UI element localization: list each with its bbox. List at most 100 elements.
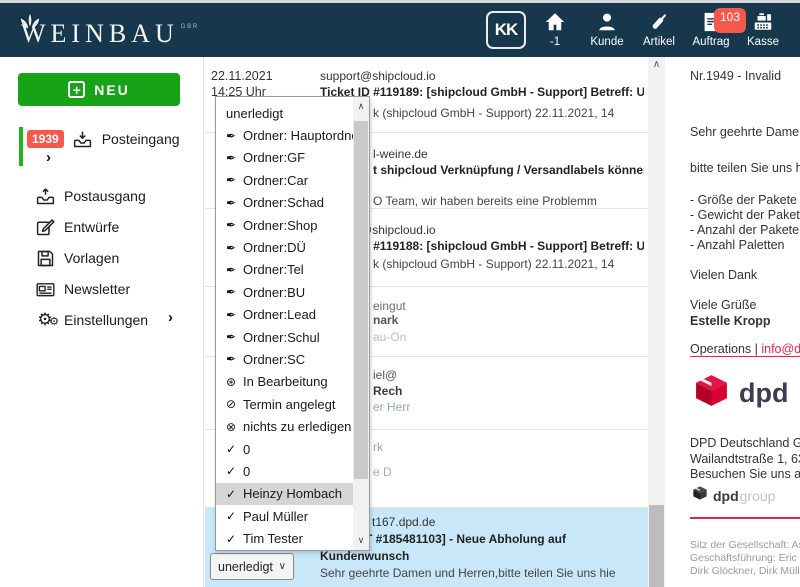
email-from: rk [373,439,644,455]
newsletter-icon [34,278,56,300]
plus-icon: + [68,81,85,98]
nav-item-auftrag[interactable]: Auftrag103 [688,11,734,48]
dropdown-option-label: Ordner:Shop [243,218,317,233]
dropdown-option-label: Ordner:Schad [243,195,324,210]
dpd-logo: dpd [693,372,788,414]
pen-icon: ✒ [226,173,243,187]
sidebar-item-posteingang[interactable]: 1939 Posteingang [27,128,180,150]
sidebar-item-einstellungen[interactable]: ⚙⚙Einstellungen [34,309,148,331]
scroll-up-icon[interactable]: ∧ [648,59,665,70]
dropdown-option[interactable]: ✒Ordner:Schad [216,192,354,214]
dropdown-option-label: Ordner:Schul [243,330,320,345]
email-status-select[interactable]: unerledigt ∨ [210,553,294,580]
sidebar-item-vorlagen[interactable]: Vorlagen [34,247,119,269]
dropdown-option[interactable]: ✓Tim Tester [216,527,354,549]
dropdown-option[interactable]: ✒Ordner: Hauptordner [216,124,354,146]
scrollbar-thumb[interactable] [354,121,368,479]
email-subject: Rech [373,383,644,399]
email-preview: au-On [373,330,644,344]
dropdown-option-label: Ordner: Hauptordner [243,128,363,143]
nav-item-artikel[interactable]: Artikel [636,11,682,48]
email-subject: t shipcloud Verknüpfung / Versandlabels … [373,162,644,178]
dropdown-option[interactable]: ✓0 [216,438,354,460]
legal-footer: Sitz der Gesellschaft: As [690,539,800,551]
dropdown-option-label: Termin angelegt [243,397,336,412]
sidebar-item-entwuerfe[interactable]: Entwürfe [34,216,119,238]
dropdown-option[interactable]: ✒Ordner:Tel [216,259,354,281]
dropdown-option[interactable]: ✒Ordner:Schul [216,326,354,348]
pen-icon: ✒ [226,241,243,255]
pen-icon: ✒ [226,352,243,366]
dropdown-option[interactable]: ⊘Termin angelegt [216,393,354,415]
email-from: support@shipcloud.io [320,68,644,84]
dropdown-option-label: nichts zu erledigen [243,419,351,434]
pen-icon: ✒ [226,151,243,165]
dropdown-option-label: Ordner:BU [243,285,305,300]
sidebar: + NEU 1939 Posteingang › Postausgang Entw… [0,57,204,587]
dropdown-option[interactable]: ✒Ordner:DÜ [216,236,354,258]
company-address: DPD Deutschland Gr [690,436,800,450]
kk-logo-button[interactable]: KK [486,11,526,49]
dropdown-option[interactable]: unerledigt [216,102,354,124]
dropdown-option[interactable]: ✒Ordner:Shop [216,214,354,236]
email-list-scrollbar[interactable]: ∧ [648,57,665,587]
dropdown-option-label: In Bearbeitung [243,374,328,389]
sidebar-item-label: Vorlagen [64,250,119,266]
dropdown-option[interactable]: ✒Ordner:Car [216,169,354,191]
customer-icon [596,11,618,33]
sidebar-item-newsletter[interactable]: Newsletter [34,278,130,300]
scroll-down-icon[interactable]: ∨ [353,535,369,546]
pen-icon: ✒ [226,330,243,344]
dpd-parcel-icon [693,372,730,414]
scrollbar-thumb[interactable] [649,505,664,587]
dpd-wordmark: dpd [739,378,788,409]
new-mail-button[interactable]: + NEU [18,73,180,106]
brand-logo[interactable]: WEINBAU G B R [14,9,197,49]
dropdown-option-label: Ordner:Tel [243,262,304,277]
sidebar-item-label: Entwürfe [64,219,119,235]
nav-item-kunde[interactable]: Kunde [584,11,630,48]
detail-text: Vielen Dank [690,268,800,282]
sidebar-item-label: Posteingang [102,131,180,147]
dropdown-option[interactable]: ✒Ordner:GF [216,147,354,169]
dropdown-option[interactable]: ✓0 [216,460,354,482]
dropdown-option-label: 0 [243,464,250,479]
email-from: l-weine.de [373,146,644,162]
nav-label: Auftrag [692,36,729,48]
email-preview: e D [373,464,644,480]
dropdown-option[interactable]: ✒Ordner:BU [216,281,354,303]
nav-label: Kasse [747,36,779,48]
dropdown-option-label: Paul Müller [243,509,308,524]
dropdown-option[interactable]: ✓Heinzy Hombach [216,483,354,505]
detail-list-item: - Gewicht der Pakete [690,208,800,222]
signature-name: Estelle Kropp [690,314,800,328]
settings-chevron-icon[interactable]: › [168,309,173,326]
expand-chevron-icon[interactable]: › [46,149,51,166]
status-dropdown-menu: unerledigt✒Ordner: Hauptordner✒Ordner:GF… [215,96,370,551]
unread-count-badge: 1939 [27,130,64,148]
pen-icon: ✒ [226,218,243,232]
brand-suffix: G B R [181,25,197,30]
dropdown-option[interactable]: ✒Ordner:Lead [216,304,354,326]
draft-icon [34,216,56,238]
app-window: WEINBAU G B R KK -1 Kunde ArtikelAuftrag10… [0,0,800,587]
contact-line: Operations | info@de [690,342,800,357]
sidebar-item-label: Einstellungen [64,312,148,328]
nav-label: Kunde [590,36,623,48]
dropdown-option[interactable]: ⊛In Bearbeitung [216,371,354,393]
email-link[interactable]: info@de [761,342,800,356]
sidebar-item-postausgang[interactable]: Postausgang [34,185,146,207]
dropdown-option[interactable]: ✒Ordner:SC [216,348,354,370]
nav-item-home[interactable]: -1 [532,11,578,48]
email-detail-panel: Nr.1949 - Invalid Sehr geehrte Damen bit… [673,57,800,587]
scroll-up-icon[interactable]: ∧ [353,101,369,112]
check-icon: ✓ [226,509,243,523]
dropdown-option[interactable]: ✓Paul Müller [216,505,354,527]
top-navigation-bar: WEINBAU G B R KK -1 Kunde ArtikelAuftrag10… [0,3,800,57]
nav-item-kasse[interactable]: Kasse [740,11,786,48]
email-preview: k (shipcloud GmbH - Support) 22.11.2021,… [373,105,644,121]
detail-list-item: - Anzahl Paletten [690,238,800,252]
dropdown-option[interactable]: ⊗nichts zu erledigen [216,415,354,437]
dropdown-scrollbar[interactable]: ∧ ∨ [353,97,369,550]
top-nav-items: KK -1 Kunde ArtikelAuftrag103 Kasse [486,11,786,49]
